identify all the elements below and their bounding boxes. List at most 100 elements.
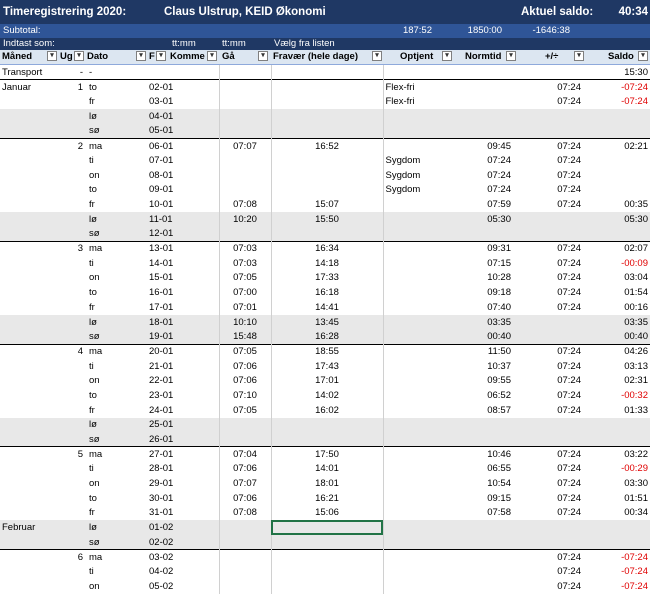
arrival-cell[interactable]: [218, 549, 271, 565]
departure-cell[interactable]: 16:34: [270, 240, 383, 256]
arrival-cell[interactable]: 07:08: [218, 197, 271, 212]
absence-cell[interactable]: Sygdom: [382, 167, 449, 183]
absence-cell[interactable]: [382, 65, 449, 80]
arrival-cell[interactable]: 07:07: [218, 137, 271, 154]
filter-dropdown-icon[interactable]: ▾: [442, 51, 452, 61]
filter-dropdown-icon[interactable]: ▾: [136, 51, 146, 61]
departure-cell[interactable]: 18:55: [270, 343, 383, 359]
arrival-cell[interactable]: 07:08: [218, 505, 271, 521]
arrival-cell[interactable]: [218, 123, 271, 139]
arrival-cell[interactable]: 07:00: [218, 285, 271, 300]
absence-cell[interactable]: [382, 358, 449, 374]
departure-cell[interactable]: 16:02: [270, 402, 383, 418]
absence-cell[interactable]: [382, 373, 449, 389]
absence-cell[interactable]: [382, 123, 449, 139]
absence-cell[interactable]: [382, 329, 449, 345]
arrival-cell[interactable]: [218, 579, 271, 594]
arrival-cell[interactable]: [218, 94, 271, 110]
absence-cell[interactable]: [382, 211, 449, 227]
absence-cell[interactable]: Sygdom: [382, 182, 449, 198]
arrival-cell[interactable]: 07:04: [218, 446, 271, 462]
arrival-cell[interactable]: [218, 79, 271, 95]
arrival-cell[interactable]: 07:06: [218, 358, 271, 374]
departure-cell[interactable]: 14:41: [270, 300, 383, 315]
departure-cell[interactable]: 17:50: [270, 446, 383, 462]
departure-cell[interactable]: [270, 167, 383, 183]
departure-cell[interactable]: 17:43: [270, 358, 383, 374]
absence-cell[interactable]: [382, 461, 449, 477]
arrival-cell[interactable]: [218, 417, 271, 433]
departure-cell[interactable]: [270, 226, 383, 242]
absence-cell[interactable]: [382, 300, 449, 315]
absence-cell[interactable]: [382, 505, 449, 521]
arrival-cell[interactable]: [218, 226, 271, 242]
arrival-cell[interactable]: 07:06: [218, 490, 271, 506]
arrival-cell[interactable]: 10:10: [218, 314, 271, 330]
arrival-cell[interactable]: 07:05: [218, 343, 271, 359]
absence-cell[interactable]: [382, 402, 449, 418]
departure-cell[interactable]: 16:21: [270, 490, 383, 506]
arrival-cell[interactable]: [218, 109, 271, 124]
absence-cell[interactable]: [382, 549, 449, 565]
departure-cell[interactable]: [270, 417, 383, 433]
absence-cell[interactable]: [382, 270, 449, 286]
departure-cell[interactable]: [270, 564, 383, 580]
departure-cell[interactable]: [270, 65, 383, 80]
departure-cell[interactable]: 15:07: [270, 197, 383, 212]
filter-dropdown-icon[interactable]: ▾: [156, 51, 166, 61]
departure-cell[interactable]: 14:01: [270, 461, 383, 477]
absence-cell[interactable]: [382, 388, 449, 403]
arrival-cell[interactable]: [218, 564, 271, 580]
absence-cell[interactable]: [382, 226, 449, 242]
departure-cell[interactable]: 14:18: [270, 255, 383, 271]
arrival-cell[interactable]: 07:06: [218, 461, 271, 477]
arrival-cell[interactable]: [218, 153, 271, 168]
filter-dropdown-icon[interactable]: ▾: [74, 51, 84, 61]
departure-cell[interactable]: 16:52: [270, 137, 383, 154]
departure-cell[interactable]: 15:50: [270, 211, 383, 227]
departure-cell[interactable]: 14:02: [270, 388, 383, 403]
absence-cell[interactable]: [382, 564, 449, 580]
departure-cell[interactable]: 16:18: [270, 285, 383, 300]
absence-cell[interactable]: Sygdom: [382, 153, 449, 168]
arrival-cell[interactable]: [218, 167, 271, 183]
departure-cell[interactable]: 17:01: [270, 373, 383, 389]
departure-cell[interactable]: [270, 549, 383, 565]
departure-cell[interactable]: [270, 153, 383, 168]
departure-cell[interactable]: [270, 535, 383, 550]
arrival-cell[interactable]: 15:48: [218, 329, 271, 345]
absence-cell[interactable]: [382, 109, 449, 124]
arrival-cell[interactable]: [218, 520, 271, 535]
arrival-cell[interactable]: 07:07: [218, 476, 271, 491]
departure-cell[interactable]: 13:45: [270, 314, 383, 330]
filter-dropdown-icon[interactable]: ▾: [372, 51, 382, 61]
absence-cell[interactable]: Flex-fri: [382, 79, 449, 95]
absence-cell[interactable]: [382, 490, 449, 506]
departure-cell[interactable]: [270, 432, 383, 447]
arrival-cell[interactable]: [218, 182, 271, 198]
departure-cell[interactable]: [270, 520, 383, 535]
absence-cell[interactable]: [382, 446, 449, 462]
absence-cell[interactable]: [382, 137, 449, 154]
arrival-cell[interactable]: [218, 65, 271, 80]
departure-cell[interactable]: 17:33: [270, 270, 383, 286]
arrival-cell[interactable]: 07:03: [218, 240, 271, 256]
absence-cell[interactable]: [382, 520, 449, 535]
arrival-cell[interactable]: [218, 535, 271, 550]
filter-dropdown-icon[interactable]: ▾: [47, 51, 57, 61]
filter-dropdown-icon[interactable]: ▾: [638, 51, 648, 61]
departure-cell[interactable]: [270, 123, 383, 139]
arrival-cell[interactable]: 10:20: [218, 211, 271, 227]
absence-cell[interactable]: [382, 285, 449, 300]
arrival-cell[interactable]: 07:03: [218, 255, 271, 271]
departure-cell[interactable]: [270, 94, 383, 110]
arrival-cell[interactable]: 07:01: [218, 300, 271, 315]
absence-cell[interactable]: [382, 417, 449, 433]
arrival-cell[interactable]: 07:10: [218, 388, 271, 403]
absence-cell[interactable]: [382, 197, 449, 212]
departure-cell[interactable]: 18:01: [270, 476, 383, 491]
absence-cell[interactable]: Flex-fri: [382, 94, 449, 110]
filter-dropdown-icon[interactable]: ▾: [207, 51, 217, 61]
absence-cell[interactable]: [382, 343, 449, 359]
absence-cell[interactable]: [382, 240, 449, 256]
